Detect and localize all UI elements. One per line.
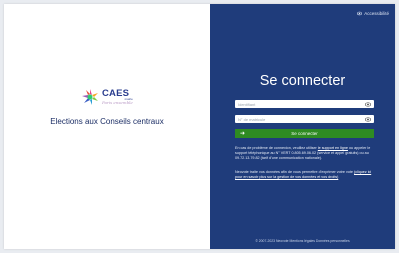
accessibility-link[interactable]: Accessibilité (357, 11, 389, 16)
logo-tagline: Paris ensemble (102, 100, 133, 106)
login-panel: Accessibilité Se connecter ➜ Se connecte… (210, 4, 395, 249)
show-matricule-icon[interactable] (365, 116, 371, 122)
support-link[interactable]: le support en ligne (318, 146, 348, 150)
login-title: Se connecter (259, 73, 346, 89)
matricule-field[interactable] (235, 115, 374, 123)
login-button-label: Se connecter (291, 131, 318, 136)
caes-logo: CAES mairie Paris ensemble (80, 86, 136, 108)
left-panel: CAES mairie Paris ensemble Elections aux… (4, 4, 210, 249)
show-identifier-icon[interactable] (365, 101, 371, 107)
accessibility-label: Accessibilité (364, 11, 389, 16)
support-help-text: En cas de problème de connexion, veuille… (235, 146, 374, 161)
eye-icon (357, 11, 363, 16)
identifier-field[interactable] (235, 100, 374, 108)
matricule-input[interactable] (238, 115, 353, 123)
identifier-input[interactable] (238, 100, 353, 108)
help-text-2a: Neovote traite vos données afin de vous … (235, 170, 354, 174)
page-frame: CAES mairie Paris ensemble Elections aux… (4, 4, 395, 249)
election-title: Elections aux Conseils centraux (50, 117, 164, 126)
help-text-1a: En cas de problème de connexion, veuille… (235, 146, 318, 150)
login-arrow-icon: ➜ (240, 131, 246, 137)
privacy-help-text: Neovote traite vos données afin de vous … (235, 170, 374, 180)
caes-logo-icon (82, 89, 98, 105)
login-button[interactable]: ➜ Se connecter (235, 129, 374, 138)
footer-links[interactable]: © 2007-2023 Neovote Mentions légales Don… (210, 239, 395, 243)
